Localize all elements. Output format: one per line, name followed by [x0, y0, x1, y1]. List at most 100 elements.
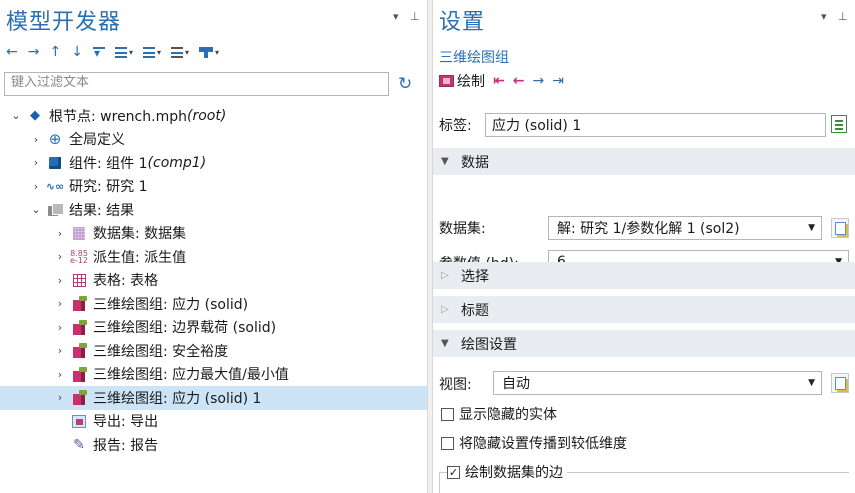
view-value: 自动 [502, 376, 530, 392]
plot-button[interactable]: 绘制 [439, 71, 485, 91]
tree-node-plot-group[interactable]: › 三维绘图组: 安全裕度 [0, 339, 427, 363]
collapse-chevron-icon[interactable]: › [30, 156, 42, 169]
section-title[interactable]: ▷ 标题 [433, 296, 855, 323]
collapse-chevron-icon[interactable]: › [54, 368, 66, 381]
checkbox-unchecked[interactable] [441, 407, 454, 421]
tree-node-study[interactable]: › ∿∞ 研究: 研究 1 [0, 175, 427, 199]
forward-arrow-icon[interactable]: → [28, 44, 40, 60]
view-label: 视图: [439, 377, 472, 393]
collapse-chevron-icon[interactable]: › [54, 321, 66, 334]
tree-node-label: 结果: 结果 [69, 202, 135, 219]
section-data[interactable]: ▼ 数据 [433, 148, 855, 175]
globe-icon: ⊕ [48, 130, 62, 149]
tree-node-export[interactable]: › 导出: 导出 [0, 410, 427, 434]
tree-node-tables[interactable]: › 表格: 表格 [0, 269, 427, 293]
expanded-triangle-icon: ▼ [441, 338, 449, 349]
go-to-source-icon[interactable] [831, 218, 849, 238]
previous-icon[interactable]: ← [513, 73, 525, 89]
tree-node-label: 三维绘图组: 应力 (solid) [93, 296, 249, 313]
tree-node-label: 数据集: 数据集 [93, 226, 187, 243]
settings-title: 设置 [439, 10, 486, 35]
expand-sections-icon[interactable]: ▾ [114, 46, 133, 58]
tree-node-label: 表格: 表格 [93, 273, 159, 290]
table-icon [70, 272, 88, 288]
refresh-icon[interactable]: ↻ [398, 74, 412, 94]
tree-node-label: 组件: 组件 1 [69, 155, 148, 172]
dataset-select[interactable]: 解: 研究 1/参数化解 1 (sol2) ▼ [548, 216, 822, 240]
settings-subtitle: 三维绘图组 [439, 50, 509, 66]
up-arrow-icon[interactable]: ↑ [49, 44, 61, 60]
pane-menu-caret-icon[interactable]: ▾ [821, 10, 827, 23]
pin-icon[interactable]: ⊥ [410, 10, 420, 23]
expand-chevron-icon[interactable]: ⌄ [30, 203, 42, 216]
list-view-icon[interactable]: ▾ [170, 46, 189, 58]
collapse-chevron-icon[interactable]: › [30, 133, 42, 146]
collapse-chevron-icon[interactable]: › [54, 274, 66, 287]
filter-input[interactable] [11, 75, 382, 90]
collapse-chevron-icon[interactable]: › [54, 391, 66, 404]
pane-menu-caret-icon[interactable]: ▾ [393, 10, 399, 23]
tree-node-results[interactable]: ⌄ 结果: 结果 [0, 198, 427, 222]
last-icon[interactable]: ⇥ [552, 73, 564, 89]
section-label: 标题 [461, 302, 489, 319]
view-row: 视图: [439, 374, 489, 394]
tree-node-label: 派生值: 派生值 [93, 249, 187, 266]
tree-node-plot-group[interactable]: › 三维绘图组: 应力 (solid) [0, 292, 427, 316]
tree-node-datasets[interactable]: › 数据集: 数据集 [0, 222, 427, 246]
plot-group-3d-icon [70, 366, 88, 382]
pin-icon[interactable]: ⊥ [838, 10, 848, 23]
checkbox-checked[interactable]: ✓ [447, 465, 460, 479]
checkbox-label: 将隐藏设置传播到较低维度 [459, 436, 627, 452]
collapse-sections-icon[interactable]: ▾ [142, 46, 161, 58]
plot-button-label: 绘制 [457, 74, 485, 90]
section-label: 数据 [461, 154, 489, 171]
section-label: 选择 [461, 268, 489, 285]
tree-node-label: 根节点: wrench.mph [49, 108, 187, 125]
show-icon[interactable] [92, 47, 105, 59]
plot-group-3d-icon [70, 319, 88, 335]
plot-dataset-edges-checkbox[interactable]: ✓ 绘制数据集的边 [447, 462, 567, 482]
note-icon[interactable] [831, 115, 847, 133]
expand-chevron-icon[interactable]: ⌄ [10, 109, 22, 122]
tree-node-plot-group-selected[interactable]: › 三维绘图组: 应力 (solid) 1 [0, 386, 427, 410]
back-arrow-icon[interactable]: ← [6, 44, 18, 60]
label-input[interactable] [485, 113, 826, 137]
collapse-chevron-icon[interactable]: › [54, 344, 66, 357]
filter-field[interactable] [4, 72, 389, 96]
checkbox-label: 绘制数据集的边 [465, 465, 563, 481]
expanded-triangle-icon: ▼ [441, 156, 449, 167]
go-to-source-icon[interactable] [831, 373, 849, 393]
plot-icon [439, 75, 454, 87]
build-icon[interactable]: ▾ [198, 46, 219, 58]
checkbox-unchecked[interactable] [441, 436, 454, 450]
collapsed-triangle-icon: ▷ [441, 304, 449, 315]
plot-group-3d-icon [70, 296, 88, 312]
collapse-chevron-icon[interactable]: › [54, 250, 66, 263]
tree-node-derived-values[interactable]: › 8.85 e-12 派生值: 派生值 [0, 245, 427, 269]
tree-node-plot-group[interactable]: › 三维绘图组: 应力最大值/最小值 [0, 363, 427, 387]
propagate-hidden-checkbox[interactable]: 将隐藏设置传播到较低维度 [441, 433, 627, 453]
next-icon[interactable]: → [532, 73, 544, 89]
collapsed-triangle-icon: ▷ [441, 270, 449, 281]
tree-node-report[interactable]: › ✎ 报告: 报告 [0, 433, 427, 457]
tree-node-global-definitions[interactable]: › ⊕ 全局定义 [0, 128, 427, 152]
show-hidden-entities-checkbox[interactable]: 显示隐藏的实体 [441, 404, 557, 424]
model-tree: ⌄ ◆ 根节点: wrench.mph (root) › ⊕ 全局定义 › 组件… [0, 104, 427, 457]
view-select[interactable]: 自动 ▼ [493, 371, 822, 395]
model-builder-title: 模型开发器 [6, 10, 122, 35]
tree-node-label: 三维绘图组: 安全裕度 [93, 343, 229, 360]
model-builder-pane: 模型开发器 ▾ ⊥ ← → ↑ ↓ ▾ ▾ ▾ ▾ ↻ ⌄ ◆ 根节点: wre… [0, 0, 427, 493]
tree-node-plot-group[interactable]: › 三维绘图组: 边界载荷 (solid) [0, 316, 427, 340]
first-icon[interactable]: ⇤ [493, 73, 505, 89]
section-plot-settings[interactable]: ▼ 绘图设置 [433, 330, 855, 357]
collapse-chevron-icon[interactable]: › [30, 180, 42, 193]
tree-node-component[interactable]: › 组件: 组件 1 (comp1) [0, 151, 427, 175]
chevron-down-icon: ▼ [808, 378, 815, 388]
down-arrow-icon[interactable]: ↓ [71, 44, 83, 60]
collapse-chevron-icon[interactable]: › [54, 297, 66, 310]
tree-node-root[interactable]: ⌄ ◆ 根节点: wrench.mph (root) [0, 104, 427, 128]
collapse-chevron-icon[interactable]: › [54, 227, 66, 240]
section-selection[interactable]: ▷ 选择 [433, 262, 855, 289]
tree-node-label: 报告: 报告 [93, 437, 159, 454]
results-icon [46, 202, 64, 218]
